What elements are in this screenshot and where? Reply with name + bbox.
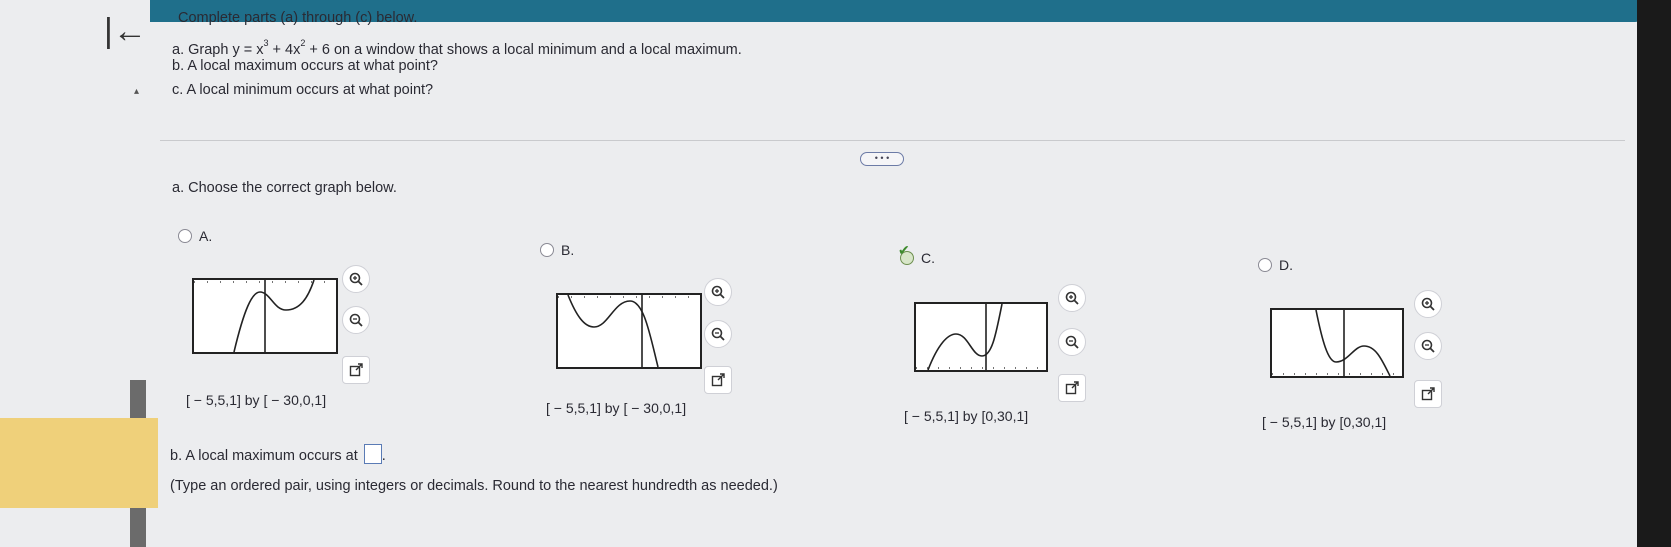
option-c-window: [ − 5,5,1] by [0,30,1] bbox=[904, 408, 1029, 424]
option-c[interactable]: ✔ C. bbox=[898, 242, 935, 268]
question-intro: Complete parts (a) through (c) below. bbox=[178, 10, 418, 26]
checkmark-icon: ✔ bbox=[898, 242, 910, 258]
zoom-in-icon[interactable] bbox=[704, 278, 732, 306]
zoom-in-icon[interactable] bbox=[1058, 284, 1086, 312]
popout-icon[interactable] bbox=[1414, 380, 1442, 408]
zoom-out-icon[interactable] bbox=[704, 320, 732, 348]
option-b-letter: B. bbox=[561, 242, 575, 258]
zoom-out-icon[interactable] bbox=[1414, 332, 1442, 360]
part-b-answer-row: b. A local maximum occurs at . bbox=[170, 444, 386, 464]
back-arrow-icon[interactable]: |← bbox=[104, 14, 147, 48]
graph-d bbox=[1270, 308, 1404, 378]
question-part-a: a. Graph y = x3 + 4x2 + 6 on a window th… bbox=[172, 38, 742, 58]
option-a-letter: A. bbox=[199, 228, 213, 244]
popout-icon[interactable] bbox=[704, 366, 732, 394]
question-part-b: b. A local maximum occurs at what point? bbox=[172, 58, 438, 74]
option-d-window: [ − 5,5,1] by [0,30,1] bbox=[1262, 414, 1387, 430]
part-b-answer-label: b. A local maximum occurs at bbox=[170, 448, 358, 464]
graph-c bbox=[914, 302, 1048, 372]
window-edge bbox=[1637, 0, 1671, 547]
option-b-radio[interactable] bbox=[540, 243, 554, 257]
option-d[interactable]: D. bbox=[1258, 257, 1293, 275]
part-b-answer-after: . bbox=[381, 448, 386, 464]
option-d-letter: D. bbox=[1279, 257, 1293, 273]
question-part-c: c. A local minimum occurs at what point? bbox=[172, 82, 434, 98]
zoom-out-icon[interactable] bbox=[342, 306, 370, 334]
graph-a bbox=[192, 278, 338, 354]
option-b[interactable]: B. bbox=[540, 242, 574, 260]
graph-b bbox=[556, 293, 702, 369]
option-d-radio[interactable] bbox=[1258, 258, 1272, 272]
zoom-in-icon[interactable] bbox=[342, 265, 370, 293]
part-b-instructions: (Type an ordered pair, using integers or… bbox=[170, 478, 778, 494]
section-divider bbox=[160, 140, 1625, 141]
zoom-out-icon[interactable] bbox=[1058, 328, 1086, 356]
bullet-marker: ▴ bbox=[134, 86, 140, 97]
expand-more-button[interactable]: • • • bbox=[860, 152, 904, 166]
answer-input[interactable] bbox=[363, 444, 382, 464]
zoom-in-icon[interactable] bbox=[1414, 290, 1442, 318]
option-c-letter: C. bbox=[921, 250, 935, 266]
popout-icon[interactable] bbox=[1058, 374, 1086, 402]
popout-icon[interactable] bbox=[342, 356, 370, 384]
option-a-radio[interactable] bbox=[178, 229, 192, 243]
option-a[interactable]: A. bbox=[178, 228, 212, 246]
option-a-window: [ − 5,5,1] by [ − 30,0,1] bbox=[186, 392, 327, 408]
left-highlight-panel bbox=[0, 418, 158, 508]
option-b-window: [ − 5,5,1] by [ − 30,0,1] bbox=[546, 400, 687, 416]
part-a-prompt: a. Choose the correct graph below. bbox=[172, 180, 397, 196]
